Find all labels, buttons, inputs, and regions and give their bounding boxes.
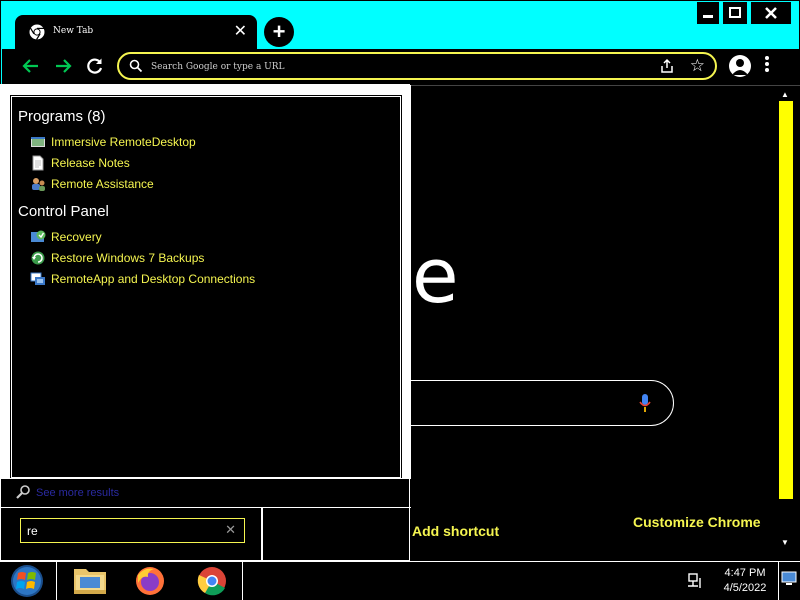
result-label: Restore Windows 7 Backups [51, 251, 205, 265]
address-bar[interactable]: ☆ [117, 52, 717, 80]
profile-avatar-icon[interactable] [729, 55, 751, 77]
windows-orb-icon [11, 565, 43, 597]
tab-title: New Tab [53, 26, 94, 36]
result-item-recovery[interactable]: Recovery [30, 228, 102, 246]
program-icon [31, 137, 45, 147]
chrome-logo-icon [29, 24, 45, 40]
result-label: Release Notes [51, 156, 130, 170]
see-more-label: See more results [36, 487, 120, 499]
close-window-button[interactable] [751, 2, 791, 24]
chrome-icon [197, 567, 226, 596]
tray-clock[interactable]: 4:47 PM 4/5/2022 [716, 566, 774, 596]
result-label: Immersive RemoteDesktop [51, 135, 196, 149]
result-label: RemoteApp and Desktop Connections [51, 272, 256, 286]
start-search-row: ✕ [1, 508, 411, 562]
remoteapp-icon [30, 272, 45, 285]
search-icon [129, 59, 143, 73]
monitor-icon [781, 571, 797, 585]
taskbar-firefox[interactable] [120, 563, 180, 599]
scrollbar-thumb[interactable] [779, 101, 793, 499]
magnifier-icon [16, 485, 30, 499]
group-heading-programs: Programs (8) [18, 108, 106, 125]
page-scrollbar[interactable]: ▲ ▼ [778, 86, 794, 560]
scroll-down-icon[interactable]: ▼ [781, 538, 789, 547]
result-item-immersive-remotedesktop[interactable]: Immersive RemoteDesktop [30, 133, 196, 151]
result-item-release-notes[interactable]: Release Notes [30, 154, 130, 172]
see-more-results-link[interactable]: See more results [1, 478, 411, 508]
file-explorer-icon [74, 569, 106, 594]
reload-icon [87, 58, 103, 74]
remote-assistance-icon [32, 178, 45, 191]
scroll-up-icon[interactable]: ▲ [781, 90, 789, 99]
minimize-button[interactable] [697, 2, 719, 24]
customize-chrome-button[interactable]: Customize Chrome [633, 514, 761, 530]
taskbar-divider [56, 562, 57, 600]
document-icon [32, 155, 44, 171]
taskbar-chrome[interactable] [182, 563, 242, 599]
minimize-icon [703, 15, 713, 18]
start-button[interactable] [4, 563, 50, 599]
start-search-input[interactable] [27, 523, 217, 539]
share-icon[interactable] [659, 58, 675, 77]
start-search-box[interactable]: ✕ [20, 518, 245, 543]
clock-time: 4:47 PM [724, 567, 766, 579]
maximize-icon [729, 7, 741, 18]
taskbar: 4:47 PM 4/5/2022 [0, 561, 800, 600]
search-results-panel: Programs (8) Immersive RemoteDesktop Rel… [10, 95, 402, 479]
browser-toolbar: ☆ [2, 49, 800, 85]
more-menu-icon[interactable] [764, 55, 770, 78]
new-tab-button[interactable]: + [264, 17, 294, 47]
taskbar-divider [778, 562, 779, 600]
maximize-button[interactable] [723, 2, 747, 24]
back-button[interactable] [18, 53, 44, 79]
divider [261, 508, 263, 562]
tab-new-tab[interactable]: New Tab ✕ [15, 15, 257, 49]
result-item-remote-assistance[interactable]: Remote Assistance [30, 175, 154, 193]
clear-search-icon[interactable]: ✕ [225, 522, 236, 538]
result-label: Recovery [51, 230, 102, 244]
arrow-right-icon [56, 59, 72, 73]
microphone-icon[interactable] [639, 393, 651, 413]
forward-button[interactable] [50, 53, 76, 79]
backup-icon [31, 251, 45, 265]
result-item-remoteapp-connections[interactable]: RemoteApp and Desktop Connections [30, 270, 255, 288]
arrow-left-icon [22, 59, 38, 73]
address-input[interactable] [151, 59, 631, 75]
firefox-icon [136, 567, 164, 595]
network-icon[interactable] [686, 572, 704, 595]
clock-date: 4/5/2022 [723, 582, 767, 594]
taskbar-file-explorer[interactable] [60, 563, 120, 599]
taskbar-divider [242, 562, 243, 600]
group-heading-control-panel: Control Panel [18, 203, 109, 220]
result-label: Remote Assistance [51, 177, 154, 191]
start-menu: Programs (8) Immersive RemoteDesktop Rel… [0, 84, 411, 562]
bookmark-star-icon[interactable]: ☆ [690, 56, 705, 76]
tab-close-icon[interactable]: ✕ [234, 21, 247, 41]
result-item-restore-backups[interactable]: Restore Windows 7 Backups [30, 249, 204, 267]
recovery-icon [31, 230, 46, 242]
close-icon [765, 7, 777, 19]
show-desktop-button[interactable] [781, 570, 797, 591]
add-shortcut-button[interactable]: Add shortcut [412, 523, 499, 539]
reload-button[interactable] [82, 53, 108, 79]
